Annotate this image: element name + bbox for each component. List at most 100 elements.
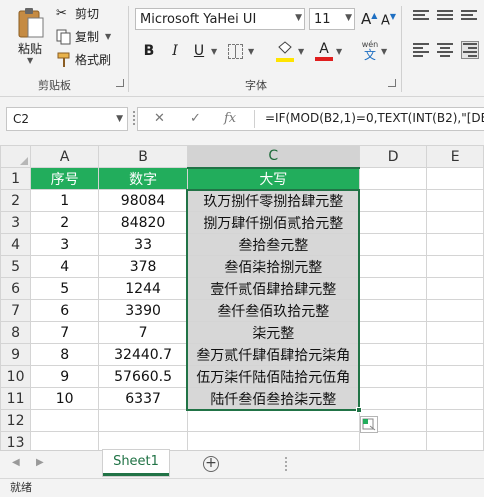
uppercase-cell[interactable]: 陆仟叁佰叁拾柒元整 xyxy=(186,387,360,410)
cell[interactable] xyxy=(426,299,484,322)
chevron-down-icon[interactable]: ▼ xyxy=(381,47,387,56)
column-header-d[interactable]: D xyxy=(358,145,428,168)
underline-button[interactable]: U xyxy=(190,42,208,60)
chevron-down-icon[interactable]: ▼ xyxy=(336,47,342,56)
cell[interactable] xyxy=(426,387,484,410)
chevron-down-icon[interactable]: ▼ xyxy=(27,56,33,65)
tab-scroll-right-icon[interactable]: ▶ xyxy=(36,457,44,468)
cell[interactable] xyxy=(358,233,428,256)
cell[interactable] xyxy=(186,409,360,432)
row-header[interactable]: 4 xyxy=(0,233,32,256)
chevron-down-icon[interactable]: ▼ xyxy=(211,47,217,56)
formula-input[interactable]: ✕ ✓ fx =IF(MOD(B2,1)=0,TEXT(INT(B2),"[DB xyxy=(137,107,484,131)
uppercase-cell[interactable]: 柒元整 xyxy=(186,321,360,344)
uppercase-cell[interactable]: 伍万柒仟陆佰陆拾元伍角 xyxy=(186,365,360,388)
number-cell[interactable]: 57660.5 xyxy=(98,365,188,388)
add-sheet-button[interactable]: + xyxy=(203,456,219,472)
uppercase-cell[interactable]: 壹仟贰佰肆拾肆元整 xyxy=(186,277,360,300)
column-header-b[interactable]: B xyxy=(98,145,188,168)
sequence-cell[interactable]: 3 xyxy=(30,233,100,256)
row-header[interactable]: 13 xyxy=(0,431,32,450)
font-color-button[interactable]: A xyxy=(315,41,333,61)
uppercase-cell[interactable]: 叁佰柒拾捌元整 xyxy=(186,255,360,278)
align-middle-button[interactable] xyxy=(437,10,453,24)
quick-analysis-button[interactable] xyxy=(360,415,379,433)
dialog-launcher-icon[interactable] xyxy=(116,79,124,87)
row-header[interactable]: 7 xyxy=(0,299,32,322)
chevron-down-icon[interactable]: ▼ xyxy=(298,47,304,56)
select-all-corner[interactable] xyxy=(0,145,32,168)
sequence-cell[interactable]: 8 xyxy=(30,343,100,366)
cell[interactable] xyxy=(426,189,484,212)
cell[interactable] xyxy=(426,211,484,234)
number-cell[interactable]: 378 xyxy=(98,255,188,278)
number-cell[interactable]: 3390 xyxy=(98,299,188,322)
column-header-e[interactable]: E xyxy=(426,145,484,168)
number-cell[interactable]: 84820 xyxy=(98,211,188,234)
phonetic-guide-button[interactable]: wén 文 xyxy=(358,40,382,64)
cell[interactable] xyxy=(426,321,484,344)
cell[interactable] xyxy=(98,431,188,450)
cell[interactable] xyxy=(358,277,428,300)
row-header[interactable]: 12 xyxy=(0,409,32,432)
sequence-cell[interactable]: 9 xyxy=(30,365,100,388)
cell[interactable] xyxy=(358,431,428,450)
cell[interactable] xyxy=(358,343,428,366)
row-header[interactable]: 6 xyxy=(0,277,32,300)
cell[interactable] xyxy=(30,409,100,432)
bold-button[interactable]: B xyxy=(140,42,158,60)
chevron-down-icon[interactable]: ▼ xyxy=(116,108,123,130)
align-top-button[interactable] xyxy=(413,10,429,24)
font-size-select[interactable]: 11 ▼ xyxy=(309,8,355,30)
header-cell-seq[interactable]: 序号 xyxy=(30,167,100,190)
cancel-icon[interactable]: ✕ xyxy=(154,111,165,126)
sequence-cell[interactable]: 5 xyxy=(30,277,100,300)
dialog-launcher-icon[interactable] xyxy=(388,79,396,87)
cut-button[interactable]: ✂ 剪切 xyxy=(56,5,99,22)
decrease-font-size-button[interactable]: A▼ xyxy=(381,12,396,28)
row-header[interactable]: 8 xyxy=(0,321,32,344)
row-header[interactable]: 2 xyxy=(0,189,32,212)
sequence-cell[interactable]: 6 xyxy=(30,299,100,322)
cell[interactable] xyxy=(358,321,428,344)
cell[interactable] xyxy=(426,233,484,256)
cell[interactable] xyxy=(186,431,360,450)
chevron-down-icon[interactable]: ▼ xyxy=(248,47,254,56)
row-header[interactable]: 3 xyxy=(0,211,32,234)
uppercase-cell[interactable]: 叁万贰仟肆佰肆拾元柒角 xyxy=(186,343,360,366)
cell[interactable] xyxy=(30,431,100,450)
number-cell[interactable]: 98084 xyxy=(98,189,188,212)
uppercase-cell[interactable]: 玖万捌仟零捌拾肆元整 xyxy=(186,189,360,212)
number-cell[interactable]: 33 xyxy=(98,233,188,256)
enter-check-icon[interactable]: ✓ xyxy=(190,111,201,126)
cell[interactable] xyxy=(358,365,428,388)
header-cell-number[interactable]: 数字 xyxy=(98,167,188,190)
number-cell[interactable]: 32440.7 xyxy=(98,343,188,366)
cell[interactable] xyxy=(358,387,428,410)
tab-scroll-left-icon[interactable]: ◀ xyxy=(12,457,20,468)
align-right-button[interactable] xyxy=(461,41,479,59)
sequence-cell[interactable]: 1 xyxy=(30,189,100,212)
cell[interactable] xyxy=(426,343,484,366)
header-cell-uppercase[interactable]: 大写 xyxy=(186,167,360,190)
chevron-down-icon[interactable]: ▼ xyxy=(105,32,111,41)
cell[interactable] xyxy=(358,167,428,190)
cell[interactable] xyxy=(358,255,428,278)
row-header[interactable]: 10 xyxy=(0,365,32,388)
align-center-button[interactable] xyxy=(437,43,453,57)
italic-button[interactable]: I xyxy=(166,42,184,60)
border-button[interactable] xyxy=(228,44,243,59)
cell[interactable] xyxy=(426,167,484,190)
uppercase-cell[interactable]: 叁仟叁佰玖拾元整 xyxy=(186,299,360,322)
sequence-cell[interactable]: 2 xyxy=(30,211,100,234)
cell[interactable] xyxy=(98,409,188,432)
cell[interactable] xyxy=(426,431,484,450)
column-header-c[interactable]: C xyxy=(186,145,360,169)
fill-handle[interactable] xyxy=(356,406,363,413)
column-header-a[interactable]: A xyxy=(30,145,100,168)
paste-button[interactable]: 粘贴 ▼ xyxy=(14,4,48,68)
tab-sheet1[interactable]: Sheet1 xyxy=(103,450,169,476)
format-painter-button[interactable]: 格式刷 xyxy=(56,51,111,68)
more-options-icon[interactable] xyxy=(133,111,135,125)
align-left-button[interactable] xyxy=(413,43,429,57)
